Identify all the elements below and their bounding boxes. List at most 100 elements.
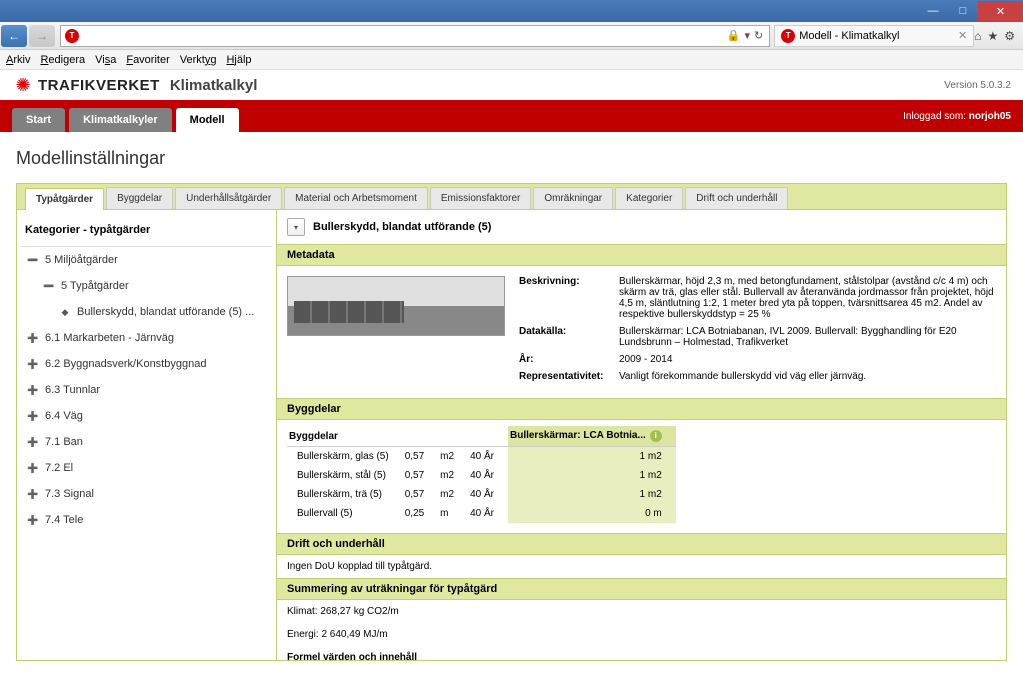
meta-label-rep: Representativitet: xyxy=(519,371,619,382)
info-icon[interactable]: i xyxy=(650,430,662,442)
table-row: Bullerskärm, trä (5)0,57m240 År1 m2 xyxy=(287,485,676,504)
table-row: Bullerskärm, glas (5)0,57m240 År1 m2 xyxy=(287,447,676,467)
app-name: Klimatkalkyl xyxy=(170,77,258,94)
address-bar[interactable]: T 🔒 ▾ ↻ xyxy=(60,25,770,47)
tree-label: 6.1 Markarbeten - Järnväg xyxy=(45,332,174,344)
menu-favoriter[interactable]: Favoriter xyxy=(126,54,169,66)
tab-favicon: T xyxy=(781,29,795,43)
sub-tab-4[interactable]: Emissionsfaktorer xyxy=(430,187,531,209)
main-tab-start[interactable]: Start xyxy=(12,108,65,132)
tree-item[interactable]: ➕ 7.3 Signal xyxy=(21,481,272,507)
page-title: Modellinställningar xyxy=(16,148,1007,169)
close-button[interactable]: ✕ xyxy=(978,1,1023,21)
tree-item[interactable]: ➕6.2 Byggnadsverk/Konstbyggnad xyxy=(21,351,272,377)
sub-tab-1[interactable]: Byggdelar xyxy=(106,187,173,209)
plus-icon: ➕ xyxy=(27,437,39,448)
tab-title: Modell - Klimatkalkyl xyxy=(799,30,899,42)
main-tab-modell[interactable]: Modell xyxy=(176,108,239,132)
tree-label: 6.3 Tunnlar xyxy=(45,384,100,396)
table-row: Bullervall (5)0,25m40 År0 m xyxy=(287,504,676,523)
site-icon: T xyxy=(65,29,79,43)
plus-icon: ➕ xyxy=(27,385,39,396)
lock-icon: 🔒 xyxy=(727,29,741,42)
browser-tab[interactable]: T Modell - Klimatkalkyl ✕ xyxy=(774,25,974,47)
tree-label: 7.4 Tele xyxy=(45,514,83,526)
meta-val-ar: 2009 - 2014 xyxy=(619,354,996,365)
tree-item[interactable]: ➕ 6.1 Markarbeten - Järnväg xyxy=(21,325,272,351)
metadata-header: Metadata xyxy=(277,244,1006,266)
tree-item[interactable]: ➖ 5 Typåtgärder xyxy=(21,273,272,299)
detail-pane: ▾ Bullerskydd, blandat utförande (5) Met… xyxy=(277,210,1006,660)
tree-label: 5 Miljöåtgärder xyxy=(45,254,118,266)
detail-title: Bullerskydd, blandat utförande (5) xyxy=(313,221,491,233)
app-header: ✺ TRAFIKVERKET Klimatkalkyl Version 5.0.… xyxy=(0,70,1023,100)
menu-hjalp[interactable]: Hjälp xyxy=(226,54,251,66)
tree-item[interactable]: ➕ 7.1 Ban xyxy=(21,429,272,455)
col-source: Bullerskärmar: LCA Botnia...i xyxy=(508,426,676,447)
plus-icon: ➕ xyxy=(27,489,39,500)
category-tree: Kategorier - typåtgärder ➖ 5 Miljöåtgärde… xyxy=(17,210,277,660)
browser-toolbar: ← → T 🔒 ▾ ↻ T Modell - Klimatkalkyl ✕ ⌂ … xyxy=(0,22,1023,50)
tree-item[interactable]: ➕7.4 Tele xyxy=(21,507,272,533)
tab-close-icon[interactable]: ✕ xyxy=(958,29,967,42)
energi-value: Energi: 2 640,49 MJ/m xyxy=(277,623,1006,646)
tree-label: 5 Typåtgärder xyxy=(61,280,129,292)
main-tab-klimatkalkyler[interactable]: Klimatkalkyler xyxy=(69,108,172,132)
menu-redigera[interactable]: Redigera xyxy=(40,54,85,66)
sub-tab-7[interactable]: Drift och underhåll xyxy=(685,187,788,209)
meta-label-beskrivning: Beskrivning: xyxy=(519,276,619,320)
thumbnail-image xyxy=(287,276,505,336)
meta-label-ar: År: xyxy=(519,354,619,365)
tree-label: 6.2 Byggnadsverk/Konstbyggnad xyxy=(45,358,206,370)
sub-tab-0[interactable]: Typåtgärder xyxy=(25,188,104,210)
meta-val-rep: Vanligt förekommande bullerskydd vid väg… xyxy=(619,371,996,382)
minus-icon: ➖ xyxy=(27,255,39,266)
menu-arkiv[interactable]: Arkiv xyxy=(6,54,30,66)
tree-item[interactable]: ➕ 6.4 Väg xyxy=(21,403,272,429)
meta-val-datakalla: Bullerskärmar: LCA Botniabanan, IVL 2009… xyxy=(619,326,996,348)
tree-item[interactable]: ◆ Bullerskydd, blandat utförande (5) ... xyxy=(21,299,272,325)
byggdelar-table: Byggdelar Bullerskärmar: LCA Botnia...i … xyxy=(287,426,676,523)
favorites-icon[interactable]: ★ xyxy=(987,29,998,43)
refresh-icon[interactable]: ↻ xyxy=(754,29,763,42)
drift-header: Drift och underhåll xyxy=(277,533,1006,555)
meta-val-beskrivning: Bullerskärmar, höjd 2,3 m, med betongfun… xyxy=(619,276,996,320)
tree-item[interactable]: ➕ 6.3 Tunnlar xyxy=(21,377,272,403)
tree-label: 6.4 Väg xyxy=(45,410,83,422)
drift-text: Ingen DoU kopplad till typåtgärd. xyxy=(277,555,1006,578)
dropdown-toggle[interactable]: ▾ xyxy=(287,218,305,236)
tree-label: 7.3 Signal xyxy=(45,488,94,500)
meta-label-datakalla: Datakälla: xyxy=(519,326,619,348)
klimat-value: Klimat: 268,27 kg CO2/m xyxy=(277,600,1006,623)
login-info: Inloggad som: norjoh05 xyxy=(903,111,1011,122)
menu-visa[interactable]: Visa xyxy=(95,54,116,66)
sub-tab-bar: TypåtgärderByggdelarUnderhållsåtgärderMa… xyxy=(17,184,1006,210)
minimize-button[interactable]: — xyxy=(918,1,948,21)
byggdelar-header: Byggdelar xyxy=(277,398,1006,420)
maximize-button[interactable]: □ xyxy=(948,1,978,21)
logo-icon: ✺ xyxy=(12,74,34,96)
plus-icon: ➕ xyxy=(27,333,39,344)
minus-icon: ➖ xyxy=(43,281,55,292)
tree-label: Bullerskydd, blandat utförande (5) ... xyxy=(77,306,254,318)
formel-header: Formel värden och innehåll xyxy=(277,646,1006,660)
dropdown-icon[interactable]: ▾ xyxy=(744,29,750,42)
version-label: Version 5.0.3.2 xyxy=(944,80,1011,91)
menu-verktyg[interactable]: Verktyg xyxy=(180,54,217,66)
tree-item[interactable]: ➖ 5 Miljöåtgärder xyxy=(21,247,272,273)
tree-title: Kategorier - typåtgärder xyxy=(21,218,272,247)
home-icon[interactable]: ⌂ xyxy=(974,29,981,43)
sub-tab-3[interactable]: Material och Arbetsmoment xyxy=(284,187,428,209)
bullet-icon: ◆ xyxy=(59,307,71,318)
sub-tab-6[interactable]: Kategorier xyxy=(615,187,683,209)
sub-tab-2[interactable]: Underhållsåtgärder xyxy=(175,187,282,209)
brand-name: TRAFIKVERKET xyxy=(38,77,160,94)
tree-item[interactable]: ➕7.2 El xyxy=(21,455,272,481)
plus-icon: ➕ xyxy=(27,463,39,474)
forward-button[interactable]: → xyxy=(29,25,55,47)
plus-icon: ➕ xyxy=(27,411,39,422)
tools-icon[interactable]: ⚙ xyxy=(1004,29,1015,43)
back-button[interactable]: ← xyxy=(1,25,27,47)
tree-label: 7.1 Ban xyxy=(45,436,83,448)
sub-tab-5[interactable]: Omräkningar xyxy=(533,187,613,209)
